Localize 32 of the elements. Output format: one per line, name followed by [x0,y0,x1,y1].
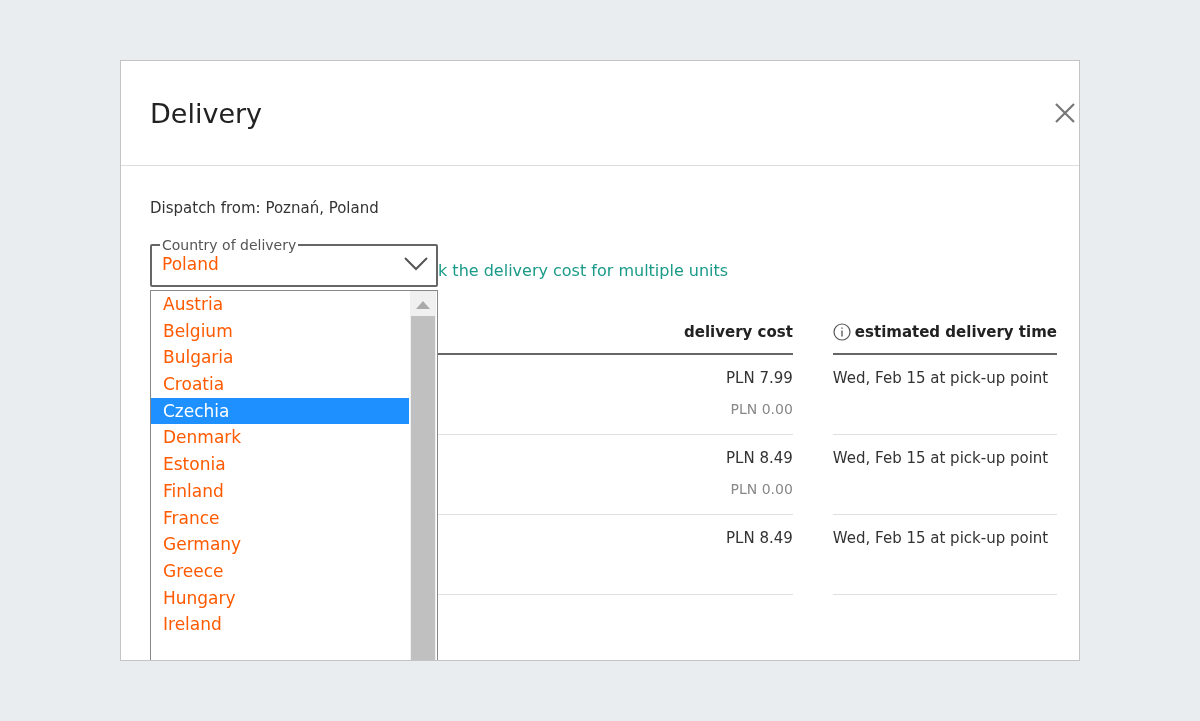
country-option[interactable]: Denmark [151,424,409,452]
delivery-time: Wed, Feb 15 at pick-up point [832,369,1049,387]
country-option[interactable]: Germany [151,531,409,558]
country-option[interactable]: Estonia [151,451,409,478]
delivery-time: Wed, Feb 15 at pick-up point [832,449,1049,467]
delivery-cost: PLN 7.99 [726,369,793,387]
scroll-up-icon[interactable] [416,300,430,310]
delivery-cost: PLN 8.49 [726,449,793,467]
dialog-title: Delivery [150,97,263,129]
country-option[interactable]: France [151,504,409,532]
chevron-icon [404,257,428,271]
info-icon [832,323,851,341]
multiple-units-link[interactable]: k the delivery cost for multiple units [438,261,729,280]
country-option[interactable]: Czechia [151,397,409,425]
country-select[interactable]: Country of delivery Poland [150,237,438,287]
extra-unit-cost: PLN 0.00 [730,481,793,497]
country-option[interactable]: Belgium [151,317,409,345]
delivery-cost: PLN 8.49 [726,529,793,547]
country-option[interactable]: Hungary [151,584,409,612]
close-icon [1053,101,1077,125]
country-option[interactable]: Austria [151,291,409,318]
column-header: delivery cost [438,323,793,355]
delivery-time: Wed, Feb 15 at pick-up point [832,529,1049,547]
close-button[interactable] [1053,101,1077,125]
country-option[interactable]: Finland [151,477,409,505]
country-option[interactable]: Ireland [151,611,409,638]
country-option[interactable]: Croatia [151,371,409,398]
extra-unit-cost: PLN 0.00 [730,401,793,417]
country-option[interactable]: Greece [151,557,409,585]
dispatch-text: Dispatch from: Poznań, Poland [150,199,380,217]
country-option[interactable]: Bulgaria [151,344,409,372]
column-header-text: estimated delivery time [854,323,1057,341]
